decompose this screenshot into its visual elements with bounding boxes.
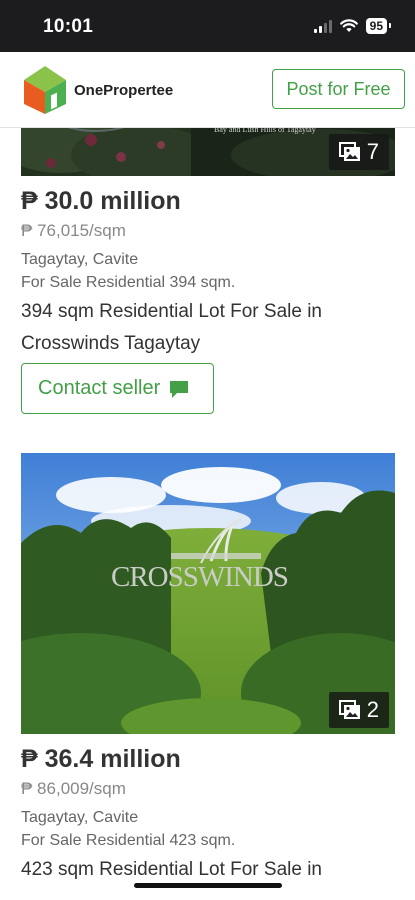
- listing-location: Tagaytay, Cavite: [21, 809, 139, 826]
- status-icons: 95: [313, 18, 392, 34]
- photo-count-badge[interactable]: 2: [328, 692, 389, 728]
- listing-price-per-sqm: ₱ 86,009/sqm: [21, 779, 126, 798]
- listing-location: Tagaytay, Cavite: [21, 251, 139, 268]
- gallery-icon: [338, 700, 360, 719]
- post-for-free-button[interactable]: Post for Free: [272, 69, 405, 109]
- listing-photo[interactable]: CROSSWINDS 2: [21, 453, 395, 734]
- status-time: 10:01: [43, 16, 94, 37]
- listing-price: ₱ 36.4 million: [21, 745, 181, 773]
- listing-card[interactable]: Bay and Lush Hills of Tagaytay 7 ₱ 30.0 …: [21, 85, 395, 414]
- listing-type: For Sale Residential 423 sqm.: [21, 832, 236, 849]
- app-header: OnePropertee Post for Free: [0, 52, 415, 128]
- listing-card[interactable]: CROSSWINDS 2 ₱ 36.4 million ₱ 86,009/sqm…: [21, 453, 395, 886]
- photo-sign-text: CROSSWINDS: [111, 561, 289, 593]
- photo-count: 2: [366, 697, 379, 722]
- home-indicator[interactable]: [134, 883, 282, 888]
- listing-title[interactable]: 423 sqm Residential Lot For Sale in: [21, 854, 381, 886]
- battery-indicator: 95: [365, 18, 392, 34]
- listing-price-per-sqm: ₱ 76,015/sqm: [21, 221, 126, 240]
- photo-count-badge[interactable]: 7: [328, 134, 389, 170]
- photo-count: 7: [366, 139, 379, 164]
- listing-price: ₱ 30.0 million: [21, 187, 181, 215]
- contact-seller-button[interactable]: Contact seller: [21, 363, 214, 414]
- chat-bubble-icon: [170, 380, 189, 398]
- status-bar: 10:01 95: [0, 0, 415, 52]
- contact-seller-label: Contact seller: [38, 377, 161, 399]
- listing-type: For Sale Residential 394 sqm.: [21, 274, 236, 291]
- brand-logo[interactable]: OnePropertee: [22, 64, 173, 116]
- cellular-signal-icon: [313, 19, 332, 33]
- wifi-icon: [339, 19, 358, 32]
- gallery-icon: [338, 142, 360, 161]
- brand-name: OnePropertee: [74, 81, 174, 99]
- listing-title[interactable]: 394 sqm Residential Lot For Sale in Cros…: [21, 296, 381, 360]
- house-logo-icon: [24, 66, 66, 114]
